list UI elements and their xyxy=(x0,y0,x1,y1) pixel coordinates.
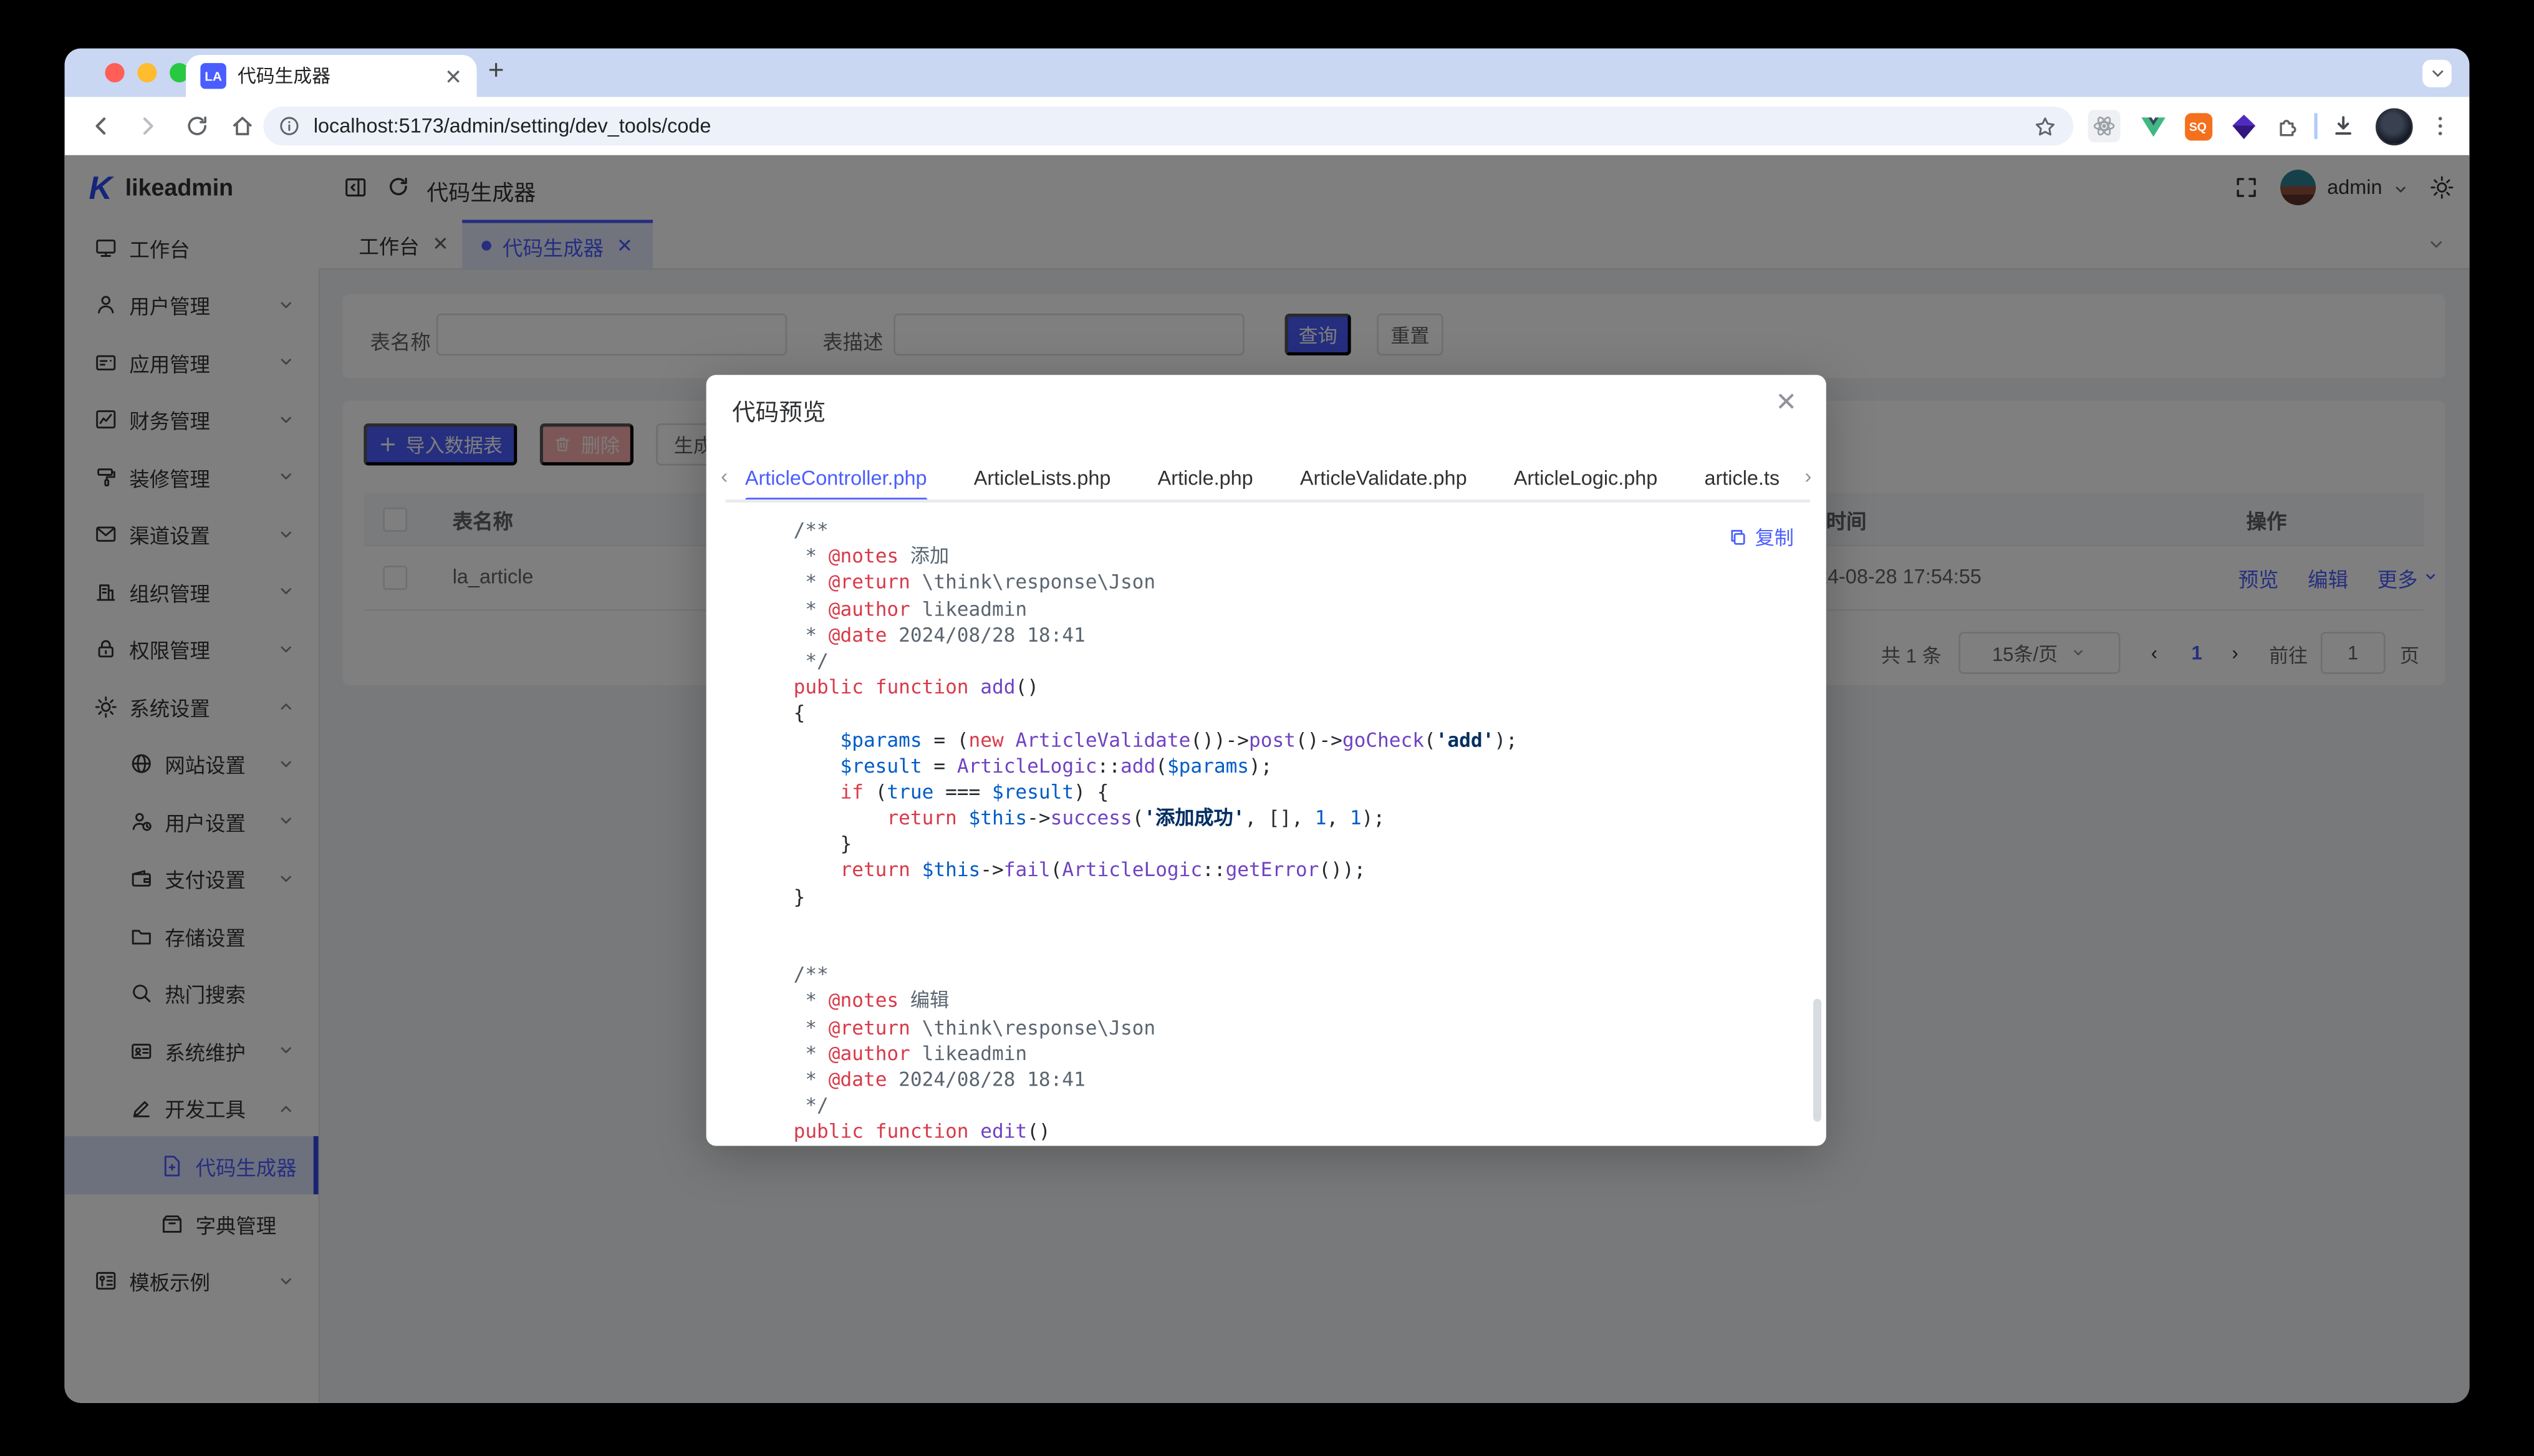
reload-icon[interactable] xyxy=(184,113,210,138)
new-tab-button[interactable]: + xyxy=(488,55,504,87)
code-line: * @date 2024/08/28 18:41 xyxy=(794,1066,1810,1092)
code-line: * @notes 添加 xyxy=(794,543,1810,569)
file-tab-ArticleLists.php[interactable]: ArticleLists.php xyxy=(974,456,1111,501)
browser-tab-title: 代码生成器 xyxy=(238,63,445,89)
bookmark-star-icon[interactable] xyxy=(2033,114,2058,138)
code-line: /** xyxy=(794,517,1810,543)
macos-close-button[interactable] xyxy=(105,63,124,82)
desktop: LA 代码生成器 ✕ + localhost:5173/admin/settin… xyxy=(0,0,2534,1456)
code-line: /** xyxy=(794,962,1810,988)
home-icon[interactable] xyxy=(229,113,255,138)
code-preview-modal: 代码预览 ✕ ‹ › ArticleController.php ArticleL… xyxy=(706,375,1826,1145)
macos-minimize-button[interactable] xyxy=(137,63,157,82)
toolbar-divider xyxy=(2315,113,2317,138)
code-line: } xyxy=(794,831,1810,857)
browser-window: LA 代码生成器 ✕ + localhost:5173/admin/settin… xyxy=(65,49,2470,1403)
code-line: { xyxy=(794,700,1810,726)
modal-close-icon[interactable]: ✕ xyxy=(1775,391,1797,417)
tab-search-chevron-icon[interactable] xyxy=(2422,60,2452,87)
code-line: $result = ArticleLogic::add($params); xyxy=(794,753,1810,779)
file-tabs-track xyxy=(726,499,1810,503)
back-icon[interactable] xyxy=(87,113,113,138)
code-line xyxy=(794,936,1810,962)
code-line: */ xyxy=(794,648,1810,674)
browser-profile-avatar[interactable] xyxy=(2376,108,2413,146)
file-tab-ArticleValidate.php[interactable]: ArticleValidate.php xyxy=(1300,456,1467,501)
code-scrollbar-thumb[interactable] xyxy=(1813,999,1821,1122)
code-line xyxy=(794,910,1810,936)
browser-menu-kebab-icon[interactable] xyxy=(2424,110,2457,142)
vue-devtools-icon[interactable] xyxy=(2136,110,2169,142)
tab-close-icon[interactable]: ✕ xyxy=(445,65,462,87)
browser-tab[interactable]: LA 代码生成器 ✕ xyxy=(186,55,477,97)
code-line: * @notes 编辑 xyxy=(794,988,1810,1015)
code-line: if (true === $result) { xyxy=(794,779,1810,805)
diamond-extension-icon[interactable] xyxy=(2227,110,2260,142)
favicon: LA xyxy=(200,63,226,89)
tabs-scroll-left-icon[interactable]: ‹ xyxy=(721,464,728,488)
url-text[interactable]: localhost:5173/admin/setting/dev_tools/c… xyxy=(314,115,711,137)
page-viewport: K likeadmin 工作台用户管理应用管理财务管理装修管理渠道设置组织管理权… xyxy=(65,155,2470,1403)
code-line: } xyxy=(794,884,1810,910)
code-line: return $this->success('添加成功', [], 1, 1); xyxy=(794,805,1810,831)
code-line: * @author likeadmin xyxy=(794,1040,1810,1066)
code-line: * @date 2024/08/28 18:41 xyxy=(794,622,1810,648)
address-bar[interactable]: localhost:5173/admin/setting/dev_tools/c… xyxy=(263,107,2073,145)
file-tab-article.ts[interactable]: article.ts xyxy=(1704,456,1780,501)
code-line: return $this->fail(ArticleLogic::getErro… xyxy=(794,857,1810,884)
code-line: * @return \think\response\Json xyxy=(794,569,1810,595)
modal-title: 代码预览 xyxy=(732,394,826,428)
react-devtools-icon[interactable] xyxy=(2088,110,2121,142)
site-info-icon[interactable] xyxy=(278,115,301,137)
tabs-scroll-right-icon[interactable]: › xyxy=(1804,464,1811,488)
code-line: $params = (new ArticleValidate())->post(… xyxy=(794,726,1810,753)
code-line: public function add() xyxy=(794,674,1810,700)
sq-extension-icon[interactable]: SQ xyxy=(2182,110,2214,142)
file-tabs: ArticleController.php ArticleLists.php Art… xyxy=(745,456,1780,501)
browser-toolbar: localhost:5173/admin/setting/dev_tools/c… xyxy=(65,97,2470,157)
file-tab-ArticleController.php[interactable]: ArticleController.php xyxy=(745,456,927,501)
code-line: */ xyxy=(794,1092,1810,1119)
file-tab-ArticleLogic.php[interactable]: ArticleLogic.php xyxy=(1514,456,1658,501)
code-line: * @author likeadmin xyxy=(794,595,1810,622)
code-line: * @return \think\response\Json xyxy=(794,1015,1810,1041)
code-view[interactable]: /** * @notes 添加 * @return \think\respons… xyxy=(794,517,1810,1145)
forward-icon[interactable] xyxy=(136,113,161,138)
extensions-puzzle-icon[interactable] xyxy=(2272,110,2305,142)
file-tab-Article.php[interactable]: Article.php xyxy=(1158,456,1253,501)
code-line: public function edit() xyxy=(794,1119,1810,1145)
downloads-icon[interactable] xyxy=(2327,110,2359,142)
browser-tab-strip: LA 代码生成器 ✕ + xyxy=(65,49,2470,97)
